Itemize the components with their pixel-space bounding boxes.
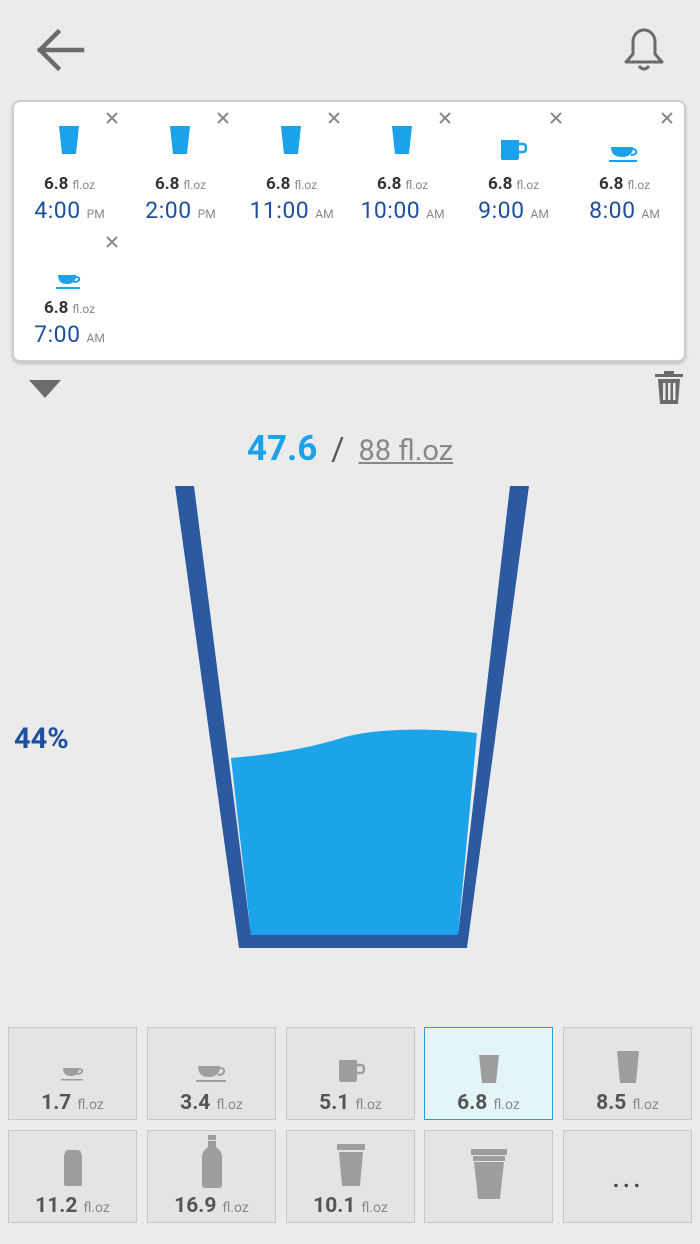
remove-entry-button[interactable]: [435, 108, 455, 128]
drink-unit: fl.oz: [493, 1097, 520, 1113]
glass-icon: [281, 126, 301, 154]
can-icon: [63, 1150, 82, 1186]
tall-glass-icon: [616, 1051, 639, 1083]
log-entry: 6.8 fl.oz 7:00 AM: [14, 226, 125, 348]
entry-time: 7:00: [34, 321, 81, 348]
log-entry: 6.8 fl.oz 11:00 AM: [236, 102, 347, 224]
log-entry: 6.8 fl.oz 10:00 AM: [347, 102, 458, 224]
drink-button[interactable]: 10.1 fl.oz: [286, 1130, 415, 1223]
entry-amount: 6.8: [487, 174, 513, 194]
drink-amount: 8.5: [596, 1091, 627, 1115]
entry-ampm: AM: [641, 207, 660, 221]
glass-icon: [170, 126, 190, 154]
drink-button[interactable]: 8.5 fl.oz: [563, 1027, 692, 1120]
back-arrow-icon: [36, 28, 85, 72]
current-intake: 47.6: [246, 428, 318, 469]
drink-button[interactable]: 1.7 fl.oz: [8, 1027, 137, 1120]
daily-goal-link[interactable]: 88 fl.oz: [359, 434, 454, 468]
entry-time: 2:00: [145, 197, 192, 224]
log-entry: 6.8 fl.oz 2:00 PM: [125, 102, 236, 224]
drink-unit: fl.oz: [77, 1097, 104, 1113]
small-teacup-icon: [60, 1068, 83, 1081]
mug-icon: [501, 140, 528, 160]
progress-separator: /: [331, 430, 345, 468]
drink-unit: fl.oz: [632, 1097, 659, 1113]
custom-cup-icon: [470, 1149, 507, 1199]
drink-unit: fl.oz: [361, 1200, 388, 1216]
entry-unit: fl.oz: [294, 178, 318, 192]
teacup-icon: [195, 1066, 226, 1082]
entry-amount: 6.8: [265, 174, 291, 194]
entry-time: 9:00: [478, 197, 525, 224]
entry-ampm: PM: [197, 207, 216, 221]
lidded-cup-icon: [336, 1144, 365, 1186]
back-button[interactable]: [28, 24, 88, 76]
drink-button[interactable]: 3.4 fl.oz: [147, 1027, 276, 1120]
drink-amount: 6.8: [457, 1091, 488, 1115]
entry-time: 4:00: [34, 197, 81, 224]
entry-ampm: AM: [86, 331, 105, 345]
trash-icon[interactable]: [652, 370, 686, 406]
entry-unit: fl.oz: [405, 178, 429, 192]
remove-entry-button[interactable]: [213, 108, 233, 128]
remove-entry-button[interactable]: [657, 108, 677, 128]
teacup-icon: [56, 275, 81, 289]
remove-entry-button[interactable]: [546, 108, 566, 128]
drink-amount: 5.1: [319, 1091, 350, 1115]
expand-arrow-icon[interactable]: [27, 376, 63, 400]
more-icon: ...: [611, 1157, 644, 1195]
drink-button[interactable]: 5.1 fl.oz: [286, 1027, 415, 1120]
remove-entry-button[interactable]: [324, 108, 344, 128]
entry-ampm: AM: [426, 207, 445, 221]
log-entry: 6.8 fl.oz 4:00 PM: [14, 102, 125, 224]
entry-time: 10:00: [360, 197, 421, 224]
drink-button-selected[interactable]: 6.8 fl.oz: [424, 1027, 553, 1120]
drink-unit: fl.oz: [355, 1097, 382, 1113]
entry-amount: 6.8: [43, 174, 69, 194]
glass-icon: [392, 126, 412, 154]
intake-progress: 47.6 / 88 fl.oz: [0, 428, 700, 469]
entry-time: 11:00: [249, 197, 310, 224]
glass-icon: [478, 1055, 499, 1083]
entry-ampm: AM: [315, 207, 334, 221]
drink-button[interactable]: 11.2 fl.oz: [8, 1130, 137, 1223]
entry-unit: fl.oz: [627, 178, 651, 192]
log-entry: 6.8 fl.oz 8:00 AM: [569, 102, 680, 224]
drink-unit: fl.oz: [222, 1200, 249, 1216]
drink-amount: 10.1: [313, 1194, 356, 1218]
bell-icon: [624, 28, 664, 71]
drink-unit: fl.oz: [83, 1200, 110, 1216]
drink-amount: 11.2: [35, 1194, 78, 1218]
reminder-bell-button[interactable]: [616, 24, 672, 76]
drink-unit: fl.oz: [216, 1097, 243, 1113]
log-entry: 6.8 fl.oz 9:00 AM: [458, 102, 569, 224]
entry-amount: 6.8: [376, 174, 402, 194]
drink-amount: 3.4: [180, 1091, 211, 1115]
remove-entry-button[interactable]: [102, 232, 122, 252]
entry-unit: fl.oz: [72, 178, 96, 192]
drink-amount: 1.7: [41, 1091, 72, 1115]
water-glass-illustration: [175, 486, 529, 948]
entry-unit: fl.oz: [516, 178, 540, 192]
entry-unit: fl.oz: [183, 178, 207, 192]
glass-icon: [59, 126, 79, 154]
teacup-icon: [609, 147, 638, 162]
mug-icon: [338, 1060, 365, 1082]
drink-amount: 16.9: [174, 1194, 217, 1218]
drink-button[interactable]: 16.9 fl.oz: [147, 1130, 276, 1223]
remove-entry-button[interactable]: [102, 108, 122, 128]
entry-unit: fl.oz: [72, 302, 96, 316]
water-fill: [231, 729, 477, 935]
intake-log-card: 6.8 fl.oz 4:00 PM 6.8 fl.oz 2:00 PM 6.8 fl.oz…: [12, 100, 686, 362]
entry-ampm: PM: [86, 207, 105, 221]
bottle-icon: [201, 1135, 222, 1188]
entry-amount: 6.8: [598, 174, 624, 194]
entry-amount: 6.8: [154, 174, 180, 194]
entry-ampm: AM: [530, 207, 549, 221]
entry-amount: 6.8: [43, 298, 69, 318]
drink-button[interactable]: [424, 1130, 553, 1223]
entry-time: 8:00: [589, 197, 636, 224]
more-drinks-button[interactable]: ...: [563, 1130, 692, 1223]
